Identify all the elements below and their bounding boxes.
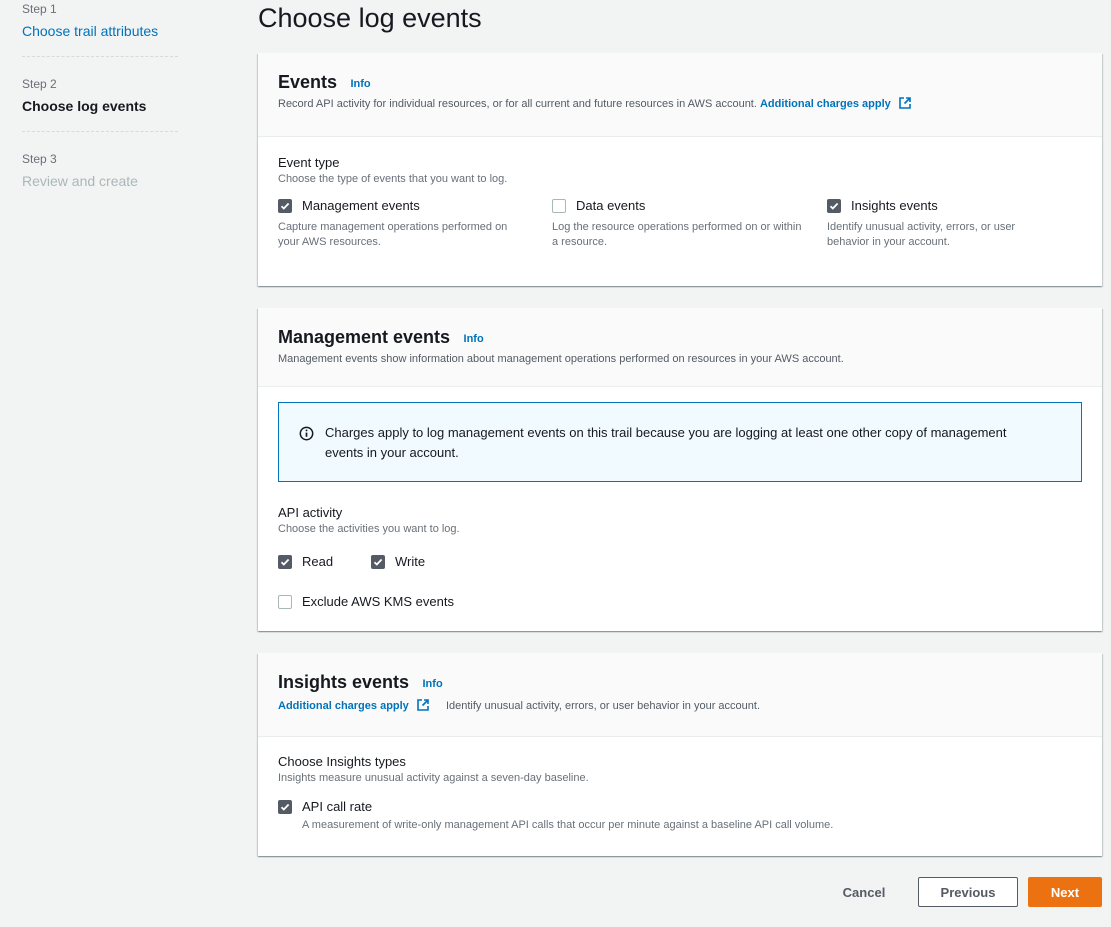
insights-types-label: Choose Insights types <box>278 754 406 769</box>
wizard-step-2: Step 2 Choose log events <box>22 75 178 116</box>
write-checkbox[interactable] <box>371 555 385 569</box>
wizard-step-1: Step 1 Choose trail attributes <box>22 0 178 41</box>
api-activity-hint: Choose the activities you want to log. <box>278 523 460 535</box>
exclude-kms-checkbox[interactable] <box>278 595 292 609</box>
data-events-label[interactable]: Data events <box>576 197 645 215</box>
api-activity-label: API activity <box>278 505 343 520</box>
data-events-description: Log the resource operations performed on… <box>552 221 802 248</box>
charges-info-alert: Charges apply to log management events o… <box>278 402 1082 482</box>
step-link-choose-trail-attributes[interactable]: Choose trail attributes <box>22 21 178 41</box>
management-panel-title: Management events <box>278 327 451 347</box>
insights-panel-description: Additional charges apply Identify unusua… <box>278 698 1082 717</box>
additional-charges-link[interactable]: Additional charges apply <box>760 98 891 110</box>
next-button[interactable]: Next <box>1028 877 1102 907</box>
insights-events-checkbox[interactable] <box>827 199 841 213</box>
api-activity-options: Read Write <box>278 553 1082 571</box>
event-type-options: Management events Capture management ope… <box>278 197 1082 250</box>
management-events-description: Capture management operations performed … <box>278 221 508 248</box>
event-type-option-data: Data events Log the resource operations … <box>552 197 827 250</box>
external-link-icon[interactable] <box>416 698 430 717</box>
write-label[interactable]: Write <box>395 553 425 571</box>
insights-description-text: Identify unusual activity, errors, or us… <box>445 700 760 712</box>
page-title: Choose log events <box>258 3 482 33</box>
api-call-rate-checkbox[interactable] <box>278 800 292 814</box>
insights-info-link[interactable]: Info <box>423 678 443 690</box>
insights-panel-body: Choose Insights types Insights measure u… <box>258 753 1102 833</box>
event-type-option-management: Management events Capture management ope… <box>278 197 552 250</box>
event-type-option-insights: Insights events Identify unusual activit… <box>827 197 1077 250</box>
external-link-icon[interactable] <box>898 96 912 115</box>
insights-panel-header: Insights events Info Additional charges … <box>258 653 1102 737</box>
wizard-steps-nav: Step 1 Choose trail attributes Step 2 Ch… <box>22 0 178 191</box>
management-panel-description: Management events show information about… <box>278 353 844 365</box>
management-events-checkbox[interactable] <box>278 199 292 213</box>
event-type-hint: Choose the type of events that you want … <box>278 173 508 185</box>
insights-events-description: Identify unusual activity, errors, or us… <box>827 221 1016 248</box>
api-call-rate-description: A measurement of write-only management A… <box>302 819 834 831</box>
management-events-label[interactable]: Management events <box>302 197 420 215</box>
management-panel-body: Charges apply to log management events o… <box>258 402 1102 611</box>
api-call-rate-option: API call rate <box>278 798 1082 816</box>
step-current-choose-log-events: Choose log events <box>22 98 147 114</box>
read-checkbox[interactable] <box>278 555 292 569</box>
insights-events-panel: Insights events Info Additional charges … <box>258 653 1102 856</box>
events-panel-description: Record API activity for individual resou… <box>278 96 1082 115</box>
exclude-kms-option: Exclude AWS KMS events <box>278 593 1082 611</box>
management-panel-header: Management events Info Management events… <box>258 308 1102 387</box>
events-panel-header: Events Info Record API activity for indi… <box>258 53 1102 137</box>
previous-button[interactable]: Previous <box>918 877 1018 907</box>
insights-types-hint: Insights measure unusual activity agains… <box>278 772 589 784</box>
events-panel-body: Event type Choose the type of events tha… <box>258 154 1102 250</box>
insights-events-label[interactable]: Insights events <box>851 197 938 215</box>
step-number: Step 2 <box>22 77 57 91</box>
events-info-link[interactable]: Info <box>350 78 370 90</box>
data-events-checkbox[interactable] <box>552 199 566 213</box>
management-events-panel: Management events Info Management events… <box>258 308 1102 631</box>
insights-panel-title: Insights events <box>278 672 410 692</box>
event-type-label: Event type <box>278 155 340 170</box>
info-circle-icon <box>299 426 314 481</box>
charges-alert-text: Charges apply to log management events o… <box>325 425 1007 460</box>
events-description-text: Record API activity for individual resou… <box>278 98 757 110</box>
step-divider <box>22 56 178 57</box>
insights-additional-charges-link[interactable]: Additional charges apply <box>278 700 409 712</box>
api-call-rate-label[interactable]: API call rate <box>302 798 372 816</box>
events-panel-title: Events <box>278 72 338 92</box>
step-disabled-review-and-create: Review and create <box>22 173 138 189</box>
step-divider <box>22 131 178 132</box>
step-number: Step 1 <box>22 2 57 16</box>
read-label[interactable]: Read <box>302 553 371 571</box>
cancel-button[interactable]: Cancel <box>828 877 900 907</box>
events-panel: Events Info Record API activity for indi… <box>258 53 1102 286</box>
management-info-link[interactable]: Info <box>464 333 484 345</box>
exclude-kms-label[interactable]: Exclude AWS KMS events <box>302 593 454 611</box>
step-number: Step 3 <box>22 152 57 166</box>
wizard-step-3: Step 3 Review and create <box>22 150 178 191</box>
